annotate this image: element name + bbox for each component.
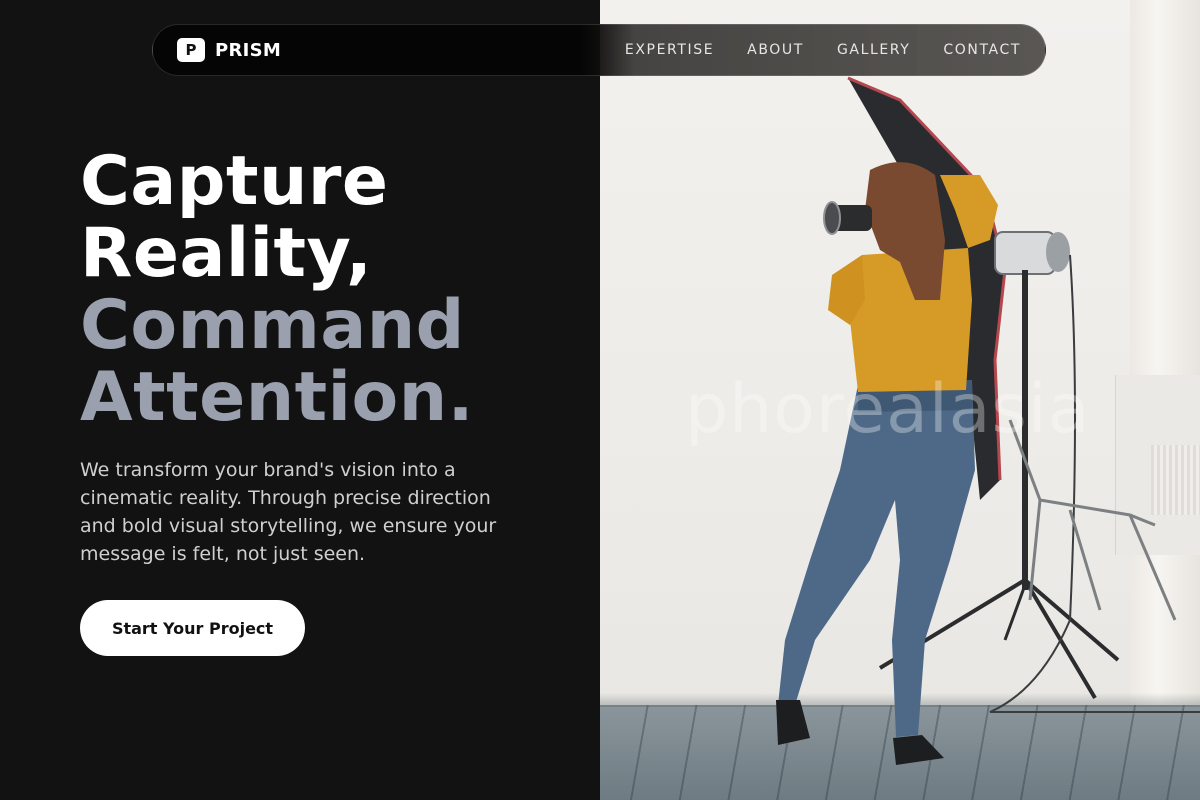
brand-logo[interactable]: P PRISM xyxy=(177,38,281,62)
start-project-button[interactable]: Start Your Project xyxy=(80,600,305,656)
nav-links: EXPERTISE ABOUT GALLERY CONTACT xyxy=(625,42,1021,58)
hero-photo: phorealasia xyxy=(600,0,1200,800)
brand-name: PRISM xyxy=(215,39,282,61)
headline-line-1: Capture xyxy=(80,142,389,221)
watermark-text: phorealasia xyxy=(685,370,1091,449)
headline-line-2: Reality, xyxy=(80,214,373,293)
nav-link-gallery[interactable]: GALLERY xyxy=(837,42,910,58)
prism-logo-icon: P xyxy=(177,38,205,62)
headline-line-3: Command xyxy=(80,286,465,365)
hero-description: We transform your brand's vision into a … xyxy=(80,459,497,565)
nav-link-about[interactable]: ABOUT xyxy=(747,42,804,58)
nav-link-contact[interactable]: CONTACT xyxy=(943,42,1021,58)
hero-left-panel: Capture Reality, Command Attention. We t… xyxy=(0,0,600,800)
top-navbar: P PRISM EXPERTISE ABOUT GALLERY CONTACT xyxy=(152,24,1046,76)
headline-line-4: Attention. xyxy=(80,358,474,437)
hero-headline: Capture Reality, Command Attention. xyxy=(80,146,474,434)
nav-link-expertise[interactable]: EXPERTISE xyxy=(625,42,714,58)
